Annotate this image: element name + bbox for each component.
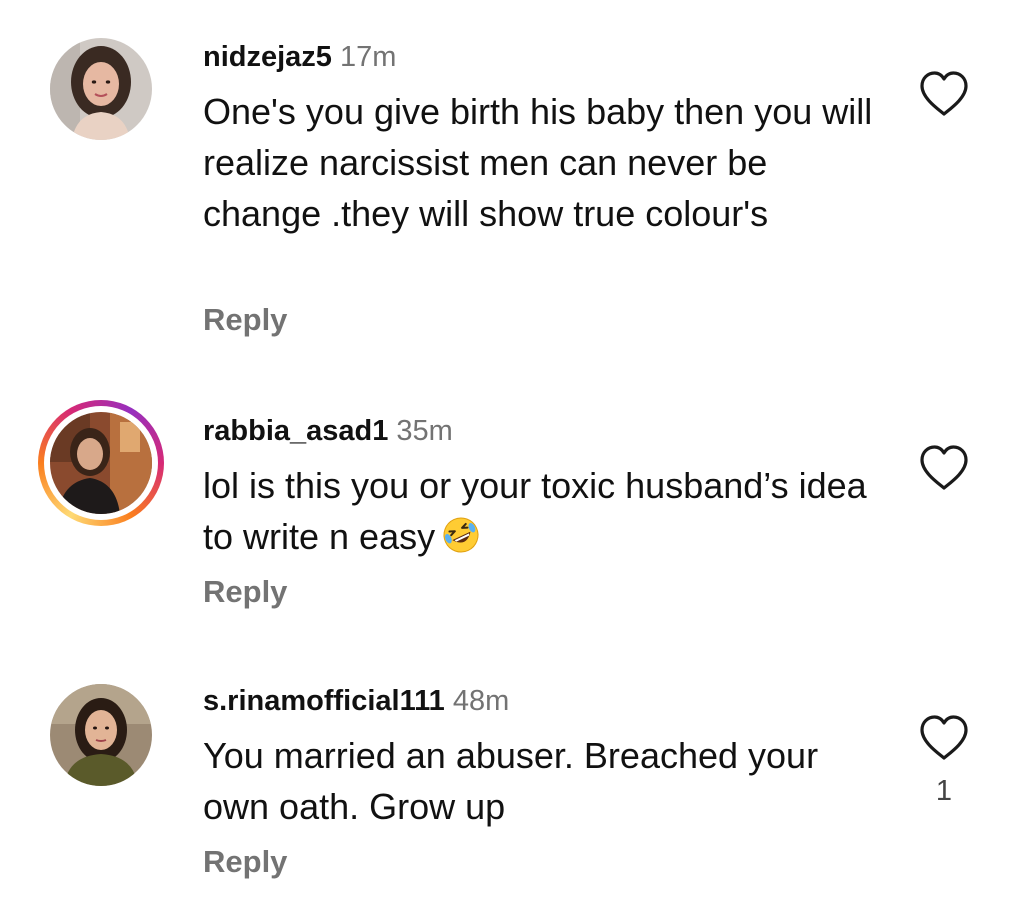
like-count: 1: [935, 775, 953, 807]
comment-header: s.rinamofficial111 48m: [203, 684, 509, 718]
avatar[interactable]: [50, 38, 152, 140]
avatar-photo: [50, 38, 152, 140]
comment-text: You married an abuser. Breached your own…: [203, 735, 819, 827]
avatar[interactable]: [50, 684, 152, 786]
heart-outline-icon: [920, 715, 968, 760]
like-button[interactable]: [918, 714, 970, 762]
avatar[interactable]: [38, 400, 164, 526]
timestamp: 17m: [339, 41, 397, 73]
username[interactable]: nidzejaz5: [203, 41, 332, 73]
reply-button[interactable]: Reply: [203, 844, 287, 880]
rolling-on-floor-laughing-emoji: [443, 517, 479, 553]
comment-text: One's you give birth his baby then you w…: [203, 91, 873, 234]
avatar-photo: [50, 684, 152, 786]
heart-outline-icon: [920, 71, 968, 116]
comment-header: rabbia_asad1 35m: [203, 414, 453, 448]
reply-button[interactable]: Reply: [203, 302, 287, 338]
comment-header: nidzejaz5 17m: [203, 40, 396, 74]
username[interactable]: rabbia_asad1: [203, 415, 388, 447]
like-button[interactable]: [918, 70, 970, 118]
heart-outline-icon: [920, 445, 968, 490]
comment-text-content: lol is this you or your toxic husband’s …: [203, 465, 867, 557]
comment-text: lol is this you or your toxic husband’s …: [203, 460, 893, 562]
reply-button[interactable]: Reply: [203, 574, 287, 610]
username[interactable]: s.rinamofficial111: [203, 685, 445, 717]
timestamp: 35m: [396, 415, 453, 447]
avatar-photo: [50, 412, 152, 514]
like-button[interactable]: [918, 444, 970, 492]
timestamp: 48m: [452, 685, 510, 717]
